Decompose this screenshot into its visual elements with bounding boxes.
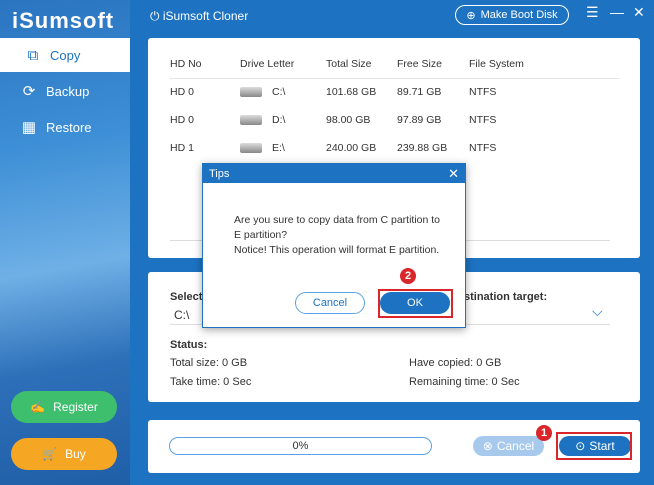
sidebar-item-label: Restore <box>46 119 92 135</box>
chevron-down-icon[interactable]: ⌵ <box>592 303 603 320</box>
minimize-icon[interactable]: — <box>610 4 624 20</box>
sidebar-item-copy[interactable]: ⧉ Copy <box>0 38 130 72</box>
register-label: Register <box>53 400 98 414</box>
cell: 239.88 GB <box>397 142 448 154</box>
restore-icon: ▦ <box>21 119 37 136</box>
status-title: Status: <box>170 339 208 351</box>
target-underline <box>448 324 610 325</box>
buy-button[interactable]: 🛒 Buy <box>11 438 117 470</box>
dialog-header: Tips ✕ <box>203 164 465 183</box>
source-label: Select <box>170 291 203 303</box>
drive-icon <box>240 115 262 126</box>
cell: 101.68 GB <box>326 86 377 99</box>
app-title: ⏻ iSumsoft Cloner <box>150 9 249 23</box>
cell: D:\ <box>272 114 286 126</box>
cancel-icon: ⊗ <box>482 439 493 453</box>
target-label: stination target: <box>464 291 548 303</box>
highlight-start <box>556 432 632 460</box>
cell: 89.71 GB <box>397 86 442 99</box>
step-badge-2: 2 <box>400 268 416 284</box>
boot-disk-icon: ⊕ <box>466 9 476 22</box>
progress-bar: 0% <box>169 437 432 455</box>
col-drive-letter: Drive Letter <box>240 50 326 79</box>
col-hd-no: HD No <box>170 50 240 79</box>
register-button[interactable]: ✍ Register <box>11 391 117 423</box>
buy-label: Buy <box>65 447 86 461</box>
backup-icon: ⟳ <box>22 83 36 100</box>
title-bar: ⏻ iSumsoft Cloner ⊕ Make Boot Disk ☰ — ✕ <box>130 0 654 30</box>
step-badge-1: 1 <box>536 425 552 441</box>
progress-text: 0% <box>292 440 309 452</box>
take-time: Take time: 0 Sec <box>170 376 252 388</box>
table-row[interactable]: HD 0 C:\ 101.68 GB 89.71 GB NTFS <box>170 78 619 106</box>
remaining-time: Remaining time: 0 Sec <box>409 376 520 388</box>
dialog-question: Are you sure to copy data from C partiti… <box>234 214 441 241</box>
close-icon[interactable]: ✕ <box>633 4 645 21</box>
col-file-system: File System <box>469 50 619 79</box>
cell: HD 0 <box>170 86 194 99</box>
cancel-button[interactable]: ⊗ Cancel <box>473 436 544 456</box>
cell: HD 0 <box>170 114 194 126</box>
cell: NTFS <box>469 114 497 126</box>
cell: C:\ <box>272 86 286 99</box>
col-total-size: Total Size <box>326 50 397 79</box>
table-row[interactable]: HD 0 D:\ 98.00 GB 97.89 GB NTFS <box>170 106 619 134</box>
cell: NTFS <box>469 86 497 99</box>
copy-icon: ⧉ <box>27 46 39 64</box>
register-icon: ✍ <box>30 400 46 414</box>
cell: 98.00 GB <box>326 114 371 126</box>
make-boot-disk-button[interactable]: ⊕ Make Boot Disk <box>455 5 569 25</box>
sidebar-item-restore[interactable]: ▦ Restore <box>0 110 130 144</box>
windows-drive-icon <box>240 87 262 98</box>
cell: 240.00 GB <box>326 142 377 154</box>
table-row[interactable]: HD 1 E:\ 240.00 GB 239.88 GB NTFS <box>170 134 619 162</box>
have-copied: Have copied: 0 GB <box>409 357 502 369</box>
sidebar-item-label: Copy <box>50 47 81 63</box>
highlight-ok <box>378 289 453 318</box>
cell: 97.89 GB <box>397 114 442 126</box>
app-title-text: iSumsoft Cloner <box>162 9 249 23</box>
cancel-label: Cancel <box>496 439 535 453</box>
logo: iSumsoft <box>12 8 115 33</box>
dialog-message: Are you sure to copy data from C partiti… <box>234 213 444 258</box>
col-free-size: Free Size <box>397 50 469 79</box>
cell: E:\ <box>272 142 285 154</box>
total-size: Total size: 0 GB <box>170 357 248 369</box>
dialog-close-icon[interactable]: ✕ <box>448 166 459 182</box>
source-select[interactable]: C:\ <box>174 308 189 322</box>
dialog-title: Tips <box>209 168 230 180</box>
sidebar: iSumsoft ⧉ Copy ⟳ Backup ▦ Restore ✍ Registe… <box>0 0 130 485</box>
boot-disk-label: Make Boot Disk <box>480 9 558 21</box>
menu-icon[interactable]: ☰ <box>586 4 599 21</box>
sidebar-item-label: Backup <box>46 83 90 99</box>
dialog-cancel-button[interactable]: Cancel <box>295 292 365 314</box>
drive-table: HD No Drive Letter Total Size Free Size … <box>170 50 619 162</box>
sidebar-item-backup[interactable]: ⟳ Backup <box>0 74 130 108</box>
drive-icon <box>240 143 262 154</box>
cell: NTFS <box>469 142 497 154</box>
cart-icon: 🛒 <box>42 447 58 461</box>
dialog-notice: Notice! This operation will format E par… <box>234 244 440 256</box>
cell: HD 1 <box>170 142 194 154</box>
